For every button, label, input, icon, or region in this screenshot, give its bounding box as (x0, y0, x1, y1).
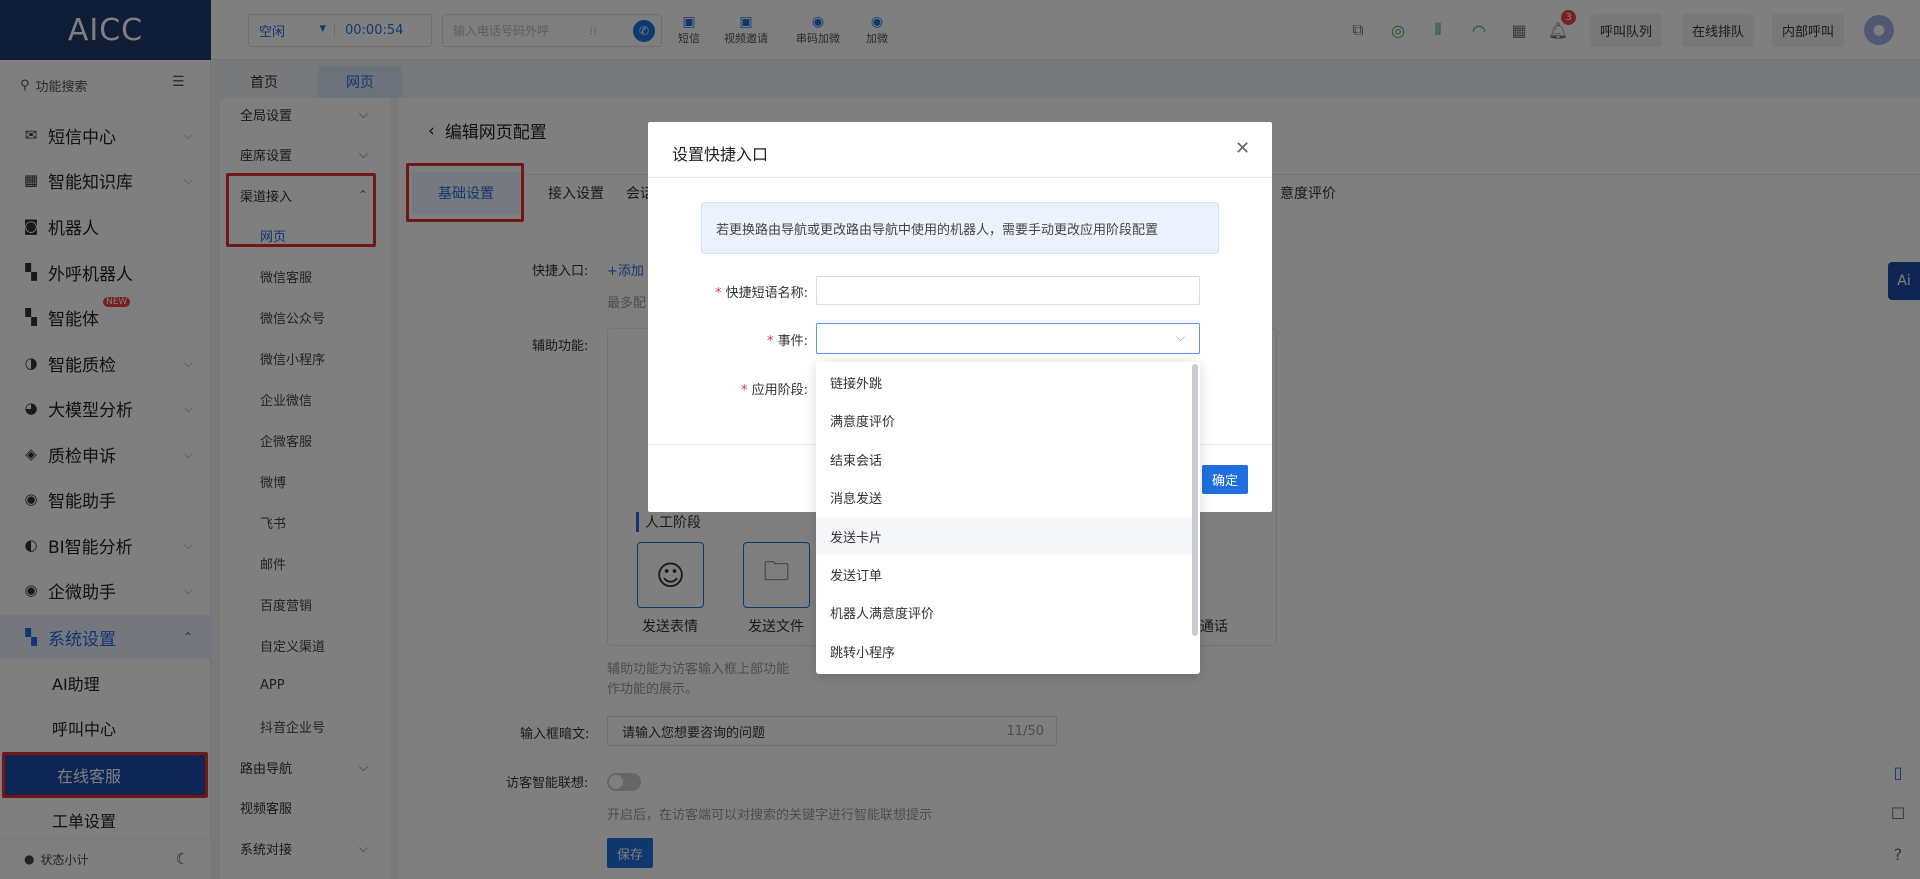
event-option-hovered[interactable]: 发送卡片 (816, 517, 1192, 555)
event-option[interactable]: 满意度评价 (816, 401, 1192, 439)
required-mark: * (766, 334, 774, 349)
required-mark: * (740, 383, 748, 398)
modal-title: 设置快捷入口 (672, 145, 769, 164)
modal-notice: 若更换路由导航或更改路由导航中使用的机器人，需要手动更改应用阶段配置 (701, 202, 1219, 254)
event-option[interactable]: 结束会话 (816, 440, 1192, 478)
name-field-label: * 快捷短语名称: (702, 282, 808, 301)
confirm-button[interactable]: 确定 (1202, 465, 1248, 494)
event-label-text: 事件: (777, 334, 808, 349)
shortcut-name-input[interactable] (816, 276, 1200, 305)
event-option[interactable]: 跳转小程序 (816, 632, 1192, 670)
event-option[interactable]: 消息发送 (816, 478, 1192, 516)
event-select[interactable]: ⌵ (816, 323, 1200, 354)
required-mark: * (714, 286, 722, 301)
chevron-down-icon: ⌵ (1175, 330, 1185, 344)
modal-divider (648, 177, 1272, 178)
stage-field-label: * 应用阶段: (702, 379, 808, 398)
event-option[interactable]: 链接外跳 (816, 363, 1192, 401)
name-label-text: 快捷短语名称: (725, 286, 808, 301)
event-field-label: * 事件: (702, 330, 808, 349)
stage-label-text: 应用阶段: (751, 383, 808, 398)
dropdown-scrollbar[interactable] (1192, 364, 1198, 636)
close-icon[interactable]: ✕ (1235, 138, 1250, 159)
event-option[interactable]: 机器人满意度评价 (816, 593, 1192, 631)
event-option[interactable]: 发送订单 (816, 555, 1192, 593)
